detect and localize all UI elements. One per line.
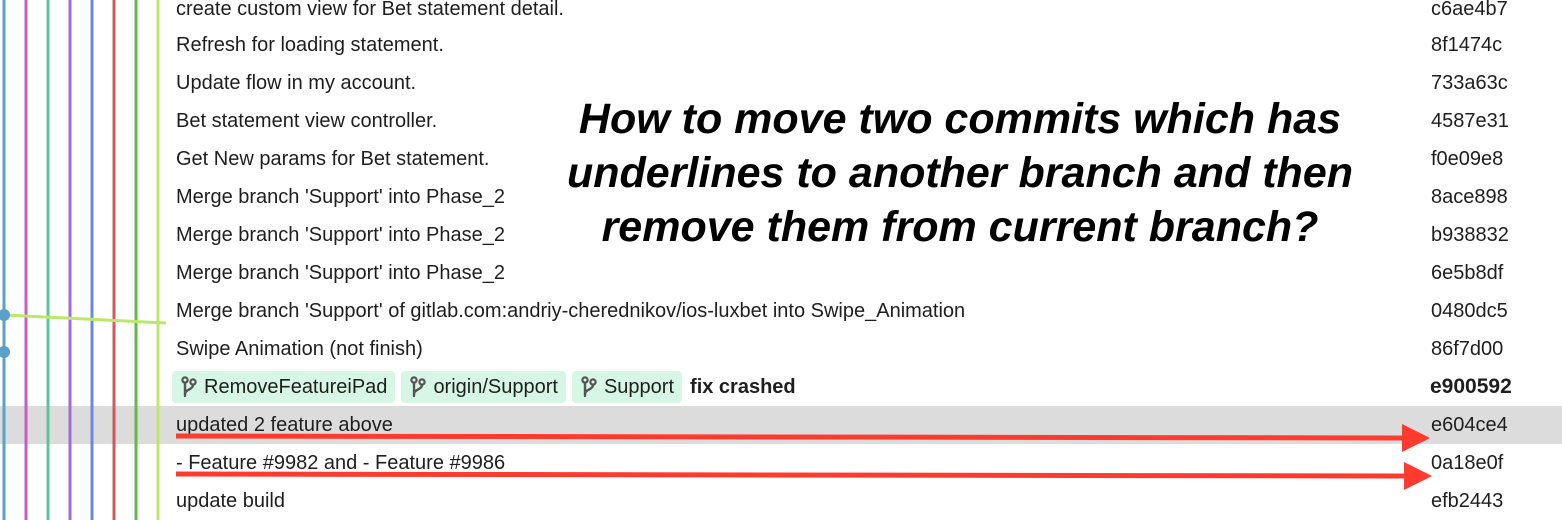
question-line: How to move two commits which has — [578, 95, 1342, 143]
branch-icon — [581, 376, 597, 398]
question-annotation: How to move two commits which has underl… — [540, 92, 1380, 254]
commit-graph — [0, 0, 167, 520]
commit-hash: 4587e31 — [1431, 110, 1509, 132]
commit-message-text: fix crashed — [690, 376, 796, 398]
commit-hash: 8f1474c — [1431, 34, 1503, 56]
commit-row[interactable]: Swipe Animation (not finish) 86f7d00 — [0, 330, 1562, 368]
branch-badge[interactable]: Support — [571, 371, 683, 403]
commit-row[interactable]: Merge branch 'Support' of gitlab.com:and… — [0, 292, 1562, 330]
branch-badge[interactable]: RemoveFeatureiPad — [172, 371, 396, 403]
commit-message: Merge branch 'Support' into Phase_2 — [176, 216, 505, 254]
commit-message: Update flow in my account. — [176, 64, 416, 102]
commit-message-text: Merge branch 'Support' of gitlab.com:and… — [176, 300, 966, 322]
branch-icon — [181, 376, 197, 398]
branch-badge-label: Support — [603, 376, 675, 398]
branch-icon — [410, 376, 427, 398]
commit-message: - Feature #9982 and - Feature #9986 — [176, 444, 505, 482]
commit-hash: 86f7d00 — [1431, 338, 1504, 360]
commit-hash: e604ce4 — [1431, 414, 1508, 436]
commit-hash: 0a18e0f — [1431, 452, 1504, 474]
commit-row[interactable]: Refresh for loading statement. 8f1474c — [0, 26, 1562, 64]
commit-row[interactable]: - Feature #9982 and - Feature #9986 0a18… — [0, 444, 1562, 482]
commit-message: create custom view for Bet statement det… — [176, 0, 564, 28]
commit-hash: 0480dc5 — [1431, 300, 1508, 322]
commit-message-text: Refresh for loading statement. — [176, 34, 444, 56]
branch-badge[interactable]: origin/Support — [401, 371, 566, 403]
commit-hash: 8ace898 — [1431, 186, 1508, 208]
commit-message-text: Merge branch 'Support' into Phase_2 — [176, 186, 505, 208]
commit-message: Merge branch 'Support' into Phase_2 — [176, 254, 505, 292]
commit-node[interactable] — [0, 346, 10, 358]
commit-message-text: Swipe Animation (not finish) — [176, 338, 423, 360]
commit-hash: 733a63c — [1431, 72, 1508, 94]
commit-message: Swipe Animation (not finish) — [176, 330, 423, 368]
commit-row[interactable]: update build efb2443 — [0, 482, 1562, 520]
commit-message: updated 2 feature above — [176, 406, 393, 444]
commit-message-text: Bet statement view controller. — [176, 110, 438, 132]
commit-row-selected[interactable]: updated 2 feature above e604ce4 — [0, 406, 1562, 444]
commit-message: Bet statement view controller. — [176, 102, 437, 140]
question-line: remove them from current branch? — [601, 203, 1319, 251]
commit-hash: efb2443 — [1431, 490, 1504, 512]
commit-message: Refresh for loading statement. — [176, 26, 444, 64]
commit-row-head[interactable]: RemoveFeatureiPad origin/Support Support… — [0, 368, 1562, 406]
commit-node[interactable] — [0, 309, 10, 321]
commit-message-text: update build — [176, 490, 285, 512]
commit-message-text: Update flow in my account. — [176, 72, 417, 94]
commit-message: Merge branch 'Support' into Phase_2 — [176, 178, 505, 216]
commit-message-text: Get New params for Bet statement. — [176, 148, 490, 170]
commit-message: update build — [176, 482, 285, 520]
commit-list: create custom view for Bet statement det… — [0, 0, 1562, 520]
git-history-window: create custom view for Bet statement det… — [0, 0, 1562, 520]
commit-message: RemoveFeatureiPad origin/Support Support… — [172, 368, 796, 406]
commit-hash: b938832 — [1431, 224, 1509, 246]
commit-hash: c6ae4b7 — [1431, 0, 1508, 20]
graph-merge-edge — [3, 313, 167, 325]
commit-message: Get New params for Bet statement. — [176, 140, 489, 178]
commit-hash: 6e5b8df — [1431, 262, 1504, 284]
commit-message-text: - Feature #9982 and - Feature #9986 — [176, 452, 506, 474]
commit-message: Merge branch 'Support' of gitlab.com:and… — [176, 292, 965, 330]
question-line: underlines to another branch and then — [566, 149, 1353, 197]
commit-message-text: create custom view for Bet statement det… — [176, 0, 564, 20]
branch-badge-label: RemoveFeatureiPad — [204, 376, 388, 398]
commit-message-text: updated 2 feature above — [176, 414, 393, 436]
commit-hash: f0e09e8 — [1431, 148, 1504, 170]
commit-row[interactable]: create custom view for Bet statement det… — [0, 0, 1562, 28]
commit-row[interactable]: Merge branch 'Support' into Phase_2 6e5b… — [0, 254, 1562, 292]
commit-hash: e900592 — [1430, 375, 1512, 398]
branch-badge-label: origin/Support — [433, 376, 558, 398]
commit-message-text: Merge branch 'Support' into Phase_2 — [176, 262, 505, 284]
commit-message-text: Merge branch 'Support' into Phase_2 — [176, 224, 505, 246]
